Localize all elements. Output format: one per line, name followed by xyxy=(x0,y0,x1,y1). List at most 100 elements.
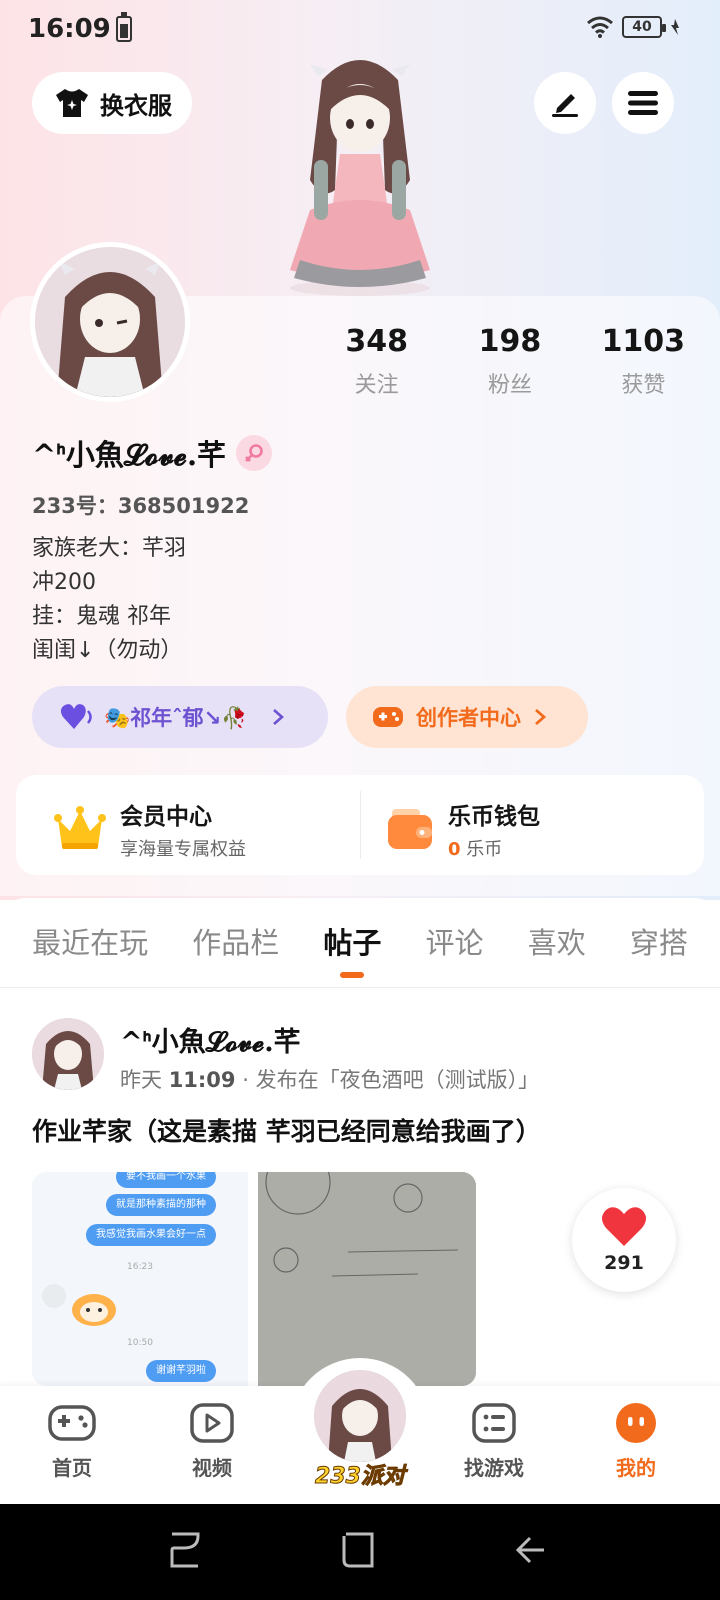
bio-line: 家族老大：芊羽 xyxy=(32,536,187,561)
back-arrow-icon[interactable] xyxy=(512,1530,548,1570)
bio: 家族老大：芊羽 冲200 挂：鬼魂 祁年 闺闺↓（勿动） xyxy=(32,532,186,668)
post-meta: 昨天 11:09 · 发布在「夜色酒吧（测试版）」 xyxy=(120,1064,539,1094)
tab-works[interactable]: 作品栏 xyxy=(192,920,279,962)
stat-value: 198 xyxy=(478,324,542,359)
wallet-icon xyxy=(388,809,432,849)
wallet-title: 乐币钱包 xyxy=(448,804,540,830)
battery-saver-icon xyxy=(116,12,132,42)
hamburger-menu-icon xyxy=(628,91,658,115)
wallet-unit: 乐币 xyxy=(466,839,503,860)
tab-recently-played[interactable]: 最近在玩 xyxy=(32,920,148,962)
tab-likes[interactable]: 喜欢 xyxy=(528,920,586,962)
stat-likes[interactable]: 1103 获赞 xyxy=(577,324,710,399)
relationship-tag-label: 🎭祁年ˆ郁↘🥀 xyxy=(104,706,248,730)
wallet-amount: 0 xyxy=(448,839,461,860)
tab-posts[interactable]: 帖子 xyxy=(323,920,382,978)
post-text: 作业芊家（这是素描 芊羽已经同意给我画了） xyxy=(32,1117,541,1146)
profile-stats: 348 关注 198 粉丝 1103 获赞 xyxy=(310,324,710,399)
vip-center-subtitle: 享海量专属权益 xyxy=(120,839,246,860)
post-day: 昨天 xyxy=(120,1068,162,1092)
tab-outfits[interactable]: 穿搭 xyxy=(630,920,688,962)
nickname: ^ᑋ小魚𝓛𝓸𝓿𝓮.芊 xyxy=(32,438,227,472)
edit-profile-button[interactable] xyxy=(534,72,596,134)
post-location[interactable]: · 发布在「夜色酒吧（测试版）」 xyxy=(242,1068,539,1092)
female-gender-icon xyxy=(236,435,273,471)
post-author-avatar[interactable] xyxy=(32,1018,104,1090)
change-outfit-label: 换衣服 xyxy=(100,91,172,120)
chat-bubble: 谢谢芊羽啦 xyxy=(146,1360,216,1382)
pencil-icon xyxy=(552,94,578,117)
nav-video-label: 视频 xyxy=(192,1456,232,1480)
post-time: 11:09 xyxy=(168,1068,236,1092)
crown-icon xyxy=(54,806,106,849)
bio-line: 冲200 xyxy=(32,570,96,595)
stat-label: 粉丝 xyxy=(487,373,532,398)
nav-video[interactable]: 视频 xyxy=(162,1402,262,1481)
creator-center-button[interactable]: 创作者中心 xyxy=(346,686,588,748)
change-outfit-button[interactable]: 换衣服 xyxy=(32,72,192,134)
status-icons: 40 xyxy=(586,16,680,38)
sticker-image xyxy=(42,1284,116,1326)
home-square-icon[interactable] xyxy=(340,1530,376,1570)
like-count: 291 xyxy=(604,1252,644,1274)
status-time: 16:09 xyxy=(28,14,111,44)
list-icon xyxy=(472,1403,516,1443)
profile-avatar[interactable] xyxy=(30,242,190,402)
battery-icon: 40 xyxy=(622,16,666,38)
wallet-balance: 0 乐币 xyxy=(448,835,540,861)
nav-party-avatar[interactable] xyxy=(314,1370,406,1462)
post-author-name[interactable]: ^ᑋ小魚𝓛𝓸𝓿𝓮.芊 xyxy=(120,1020,301,1059)
tab-posts-label: 帖子 xyxy=(323,926,382,960)
profile-face-icon xyxy=(616,1403,656,1443)
nav-party-label[interactable]: 233派对 xyxy=(300,1458,420,1490)
profile-tabs: 最近在玩 作品栏 帖子 评论 喜欢 穿搭 xyxy=(0,898,720,988)
post-image-sketch-photo[interactable] xyxy=(258,1172,476,1386)
heart-icon xyxy=(602,1207,646,1246)
creator-center-label: 创作者中心 xyxy=(416,706,521,730)
bio-line: 挂：鬼魂 祁年 xyxy=(32,604,171,629)
nav-mine-label: 我的 xyxy=(616,1456,656,1480)
tab-comments[interactable]: 评论 xyxy=(426,920,484,962)
gamepad-icon xyxy=(48,1405,96,1441)
shirt-icon xyxy=(56,89,88,117)
user-id[interactable]: 233号：368501922 xyxy=(32,490,249,520)
wifi-icon xyxy=(587,16,613,38)
nav-find-game[interactable]: 找游戏 xyxy=(444,1402,544,1481)
menu-button[interactable] xyxy=(612,72,674,134)
recent-apps-icon[interactable] xyxy=(168,1530,202,1570)
member-wallet-card: 会员中心 享海量专属权益 乐币钱包 0 乐币 xyxy=(16,775,704,875)
bottom-navigation: 首页 视频 233派对 找游戏 我的 xyxy=(0,1358,720,1504)
charging-icon xyxy=(671,19,679,35)
chat-bubble: 我感觉我画水果会好一点 xyxy=(86,1224,216,1246)
like-button[interactable]: 291 xyxy=(572,1188,676,1292)
avatar-character-figure[interactable] xyxy=(270,50,450,296)
divider xyxy=(360,791,361,859)
video-icon xyxy=(190,1403,234,1443)
stat-label: 获赞 xyxy=(621,373,666,398)
wallet-entry[interactable]: 乐币钱包 0 乐币 xyxy=(386,797,540,861)
stat-following[interactable]: 348 关注 xyxy=(310,324,443,399)
nickname-row: ^ᑋ小魚𝓛𝓸𝓿𝓮.芊 xyxy=(32,432,273,474)
chevron-right-icon xyxy=(273,709,285,725)
stat-label: 关注 xyxy=(354,373,399,398)
chat-bubble: 要不我画一个水果 xyxy=(116,1172,216,1188)
stat-followers[interactable]: 198 粉丝 xyxy=(443,324,576,399)
chat-timestamp: 16:23 xyxy=(127,1262,153,1272)
relationship-tag-button[interactable]: 🎭祁年ˆ郁↘🥀 xyxy=(32,686,328,748)
gamepad-icon xyxy=(373,707,403,727)
bio-line: 闺闺↓（勿动） xyxy=(32,638,183,663)
nav-find-game-label: 找游戏 xyxy=(464,1456,524,1480)
stat-value: 348 xyxy=(345,324,408,359)
nav-home-label: 首页 xyxy=(52,1456,92,1480)
active-tab-indicator xyxy=(340,972,365,978)
chat-bubble: 就是那种素描的那种 xyxy=(106,1194,216,1216)
chat-timestamp: 10:50 xyxy=(127,1338,153,1348)
nav-mine[interactable]: 我的 xyxy=(586,1402,686,1481)
avatar-image xyxy=(35,247,185,397)
vip-center-title: 会员中心 xyxy=(120,804,212,830)
post-image-chat-screenshot[interactable]: 要不我画一个水果 就是那种素描的那种 我感觉我画水果会好一点 16:23 10:… xyxy=(32,1172,248,1386)
stat-value: 1103 xyxy=(601,324,686,359)
vip-center-entry[interactable]: 会员中心 享海量专属权益 xyxy=(54,797,246,861)
nav-home[interactable]: 首页 xyxy=(22,1402,122,1481)
system-navigation-bar xyxy=(0,1504,720,1600)
